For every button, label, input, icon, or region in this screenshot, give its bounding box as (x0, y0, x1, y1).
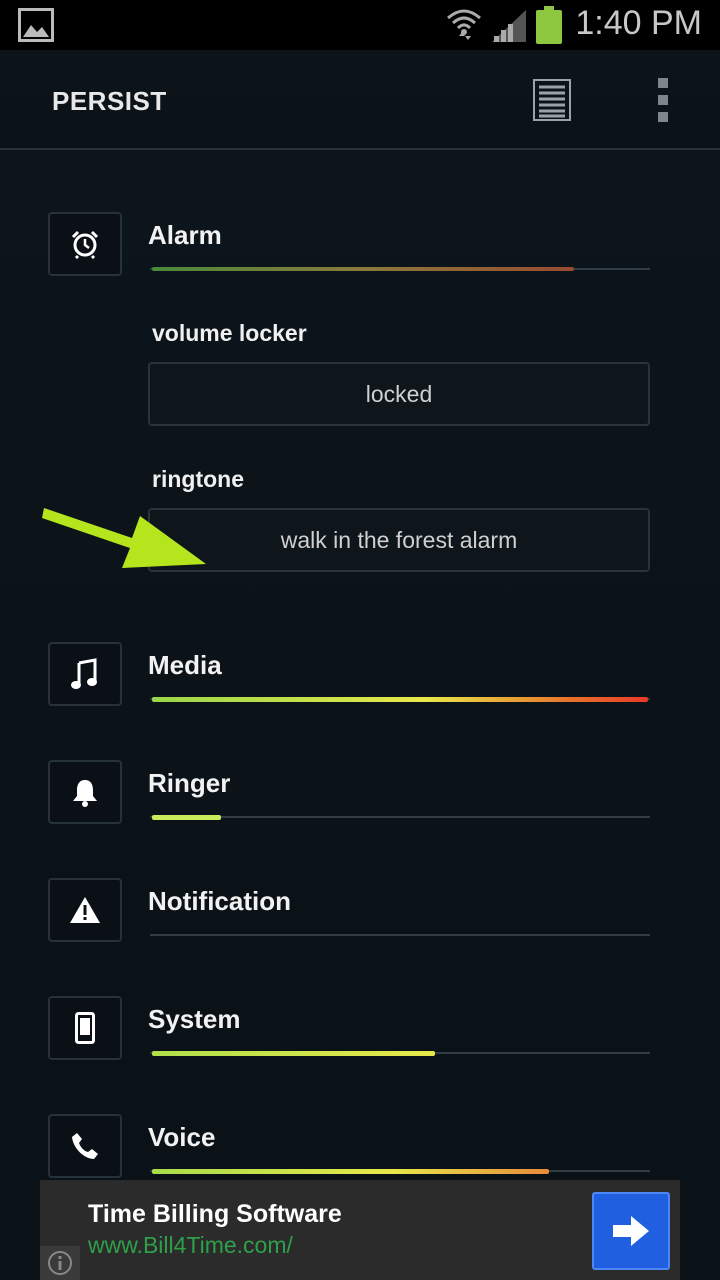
system-label: System (148, 1004, 241, 1034)
notification-volume-slider[interactable] (150, 934, 650, 936)
system-volume-slider[interactable] (150, 1051, 650, 1056)
ringer-volume-fill (152, 815, 221, 820)
signal-strength-icon (492, 10, 526, 42)
ad-title[interactable]: Time Billing Software (88, 1200, 342, 1229)
bell-icon[interactable] (48, 760, 122, 824)
action-bar: PERSIST (0, 50, 720, 150)
ad-banner[interactable]: Time Billing Software www.Bill4Time.com/ (40, 1180, 680, 1280)
system-volume-fill (152, 1051, 435, 1056)
arrow-right-icon (613, 1216, 649, 1246)
voice-label: Voice (148, 1122, 216, 1152)
ad-url[interactable]: www.Bill4Time.com/ (88, 1232, 293, 1259)
voice-volume-slider[interactable] (150, 1169, 650, 1174)
battery-icon (536, 6, 562, 44)
ad-open-button[interactable] (592, 1192, 670, 1270)
media-volume-slider[interactable] (150, 697, 650, 702)
ringtone-selector[interactable]: walk in the forest alarm (148, 508, 650, 572)
wifi-icon (447, 9, 481, 40)
notification-label: Notification (148, 886, 291, 916)
volume-locker-label: volume locker (152, 320, 307, 346)
alarm-volume-slider[interactable] (150, 267, 650, 271)
app-title: PERSIST (52, 86, 167, 116)
phone-icon[interactable] (48, 996, 122, 1060)
music-note-icon[interactable] (48, 642, 122, 706)
warning-icon[interactable] (48, 878, 122, 942)
media-label: Media (148, 650, 222, 680)
overflow-menu-button[interactable] (648, 76, 678, 124)
annotation-arrow-icon (42, 508, 206, 568)
volume-list: Alarm volume locker locked ringtone walk… (0, 150, 720, 1180)
volume-locker-button[interactable]: locked (148, 362, 650, 426)
media-volume-fill (152, 697, 648, 702)
voice-volume-fill (152, 1169, 549, 1174)
status-clock: 1:40 PM (575, 4, 702, 42)
log-list-button[interactable] (532, 78, 572, 122)
alarm-label: Alarm (148, 220, 222, 250)
ad-info-icon[interactable] (40, 1246, 80, 1280)
handset-icon[interactable] (48, 1114, 122, 1178)
status-bar: 1:40 PM (0, 0, 720, 50)
alarm-clock-icon[interactable] (48, 212, 122, 276)
ringer-label: Ringer (148, 768, 231, 798)
alarm-volume-fill (152, 267, 574, 271)
gallery-notification-icon (18, 8, 54, 42)
ringer-volume-slider[interactable] (150, 815, 650, 820)
